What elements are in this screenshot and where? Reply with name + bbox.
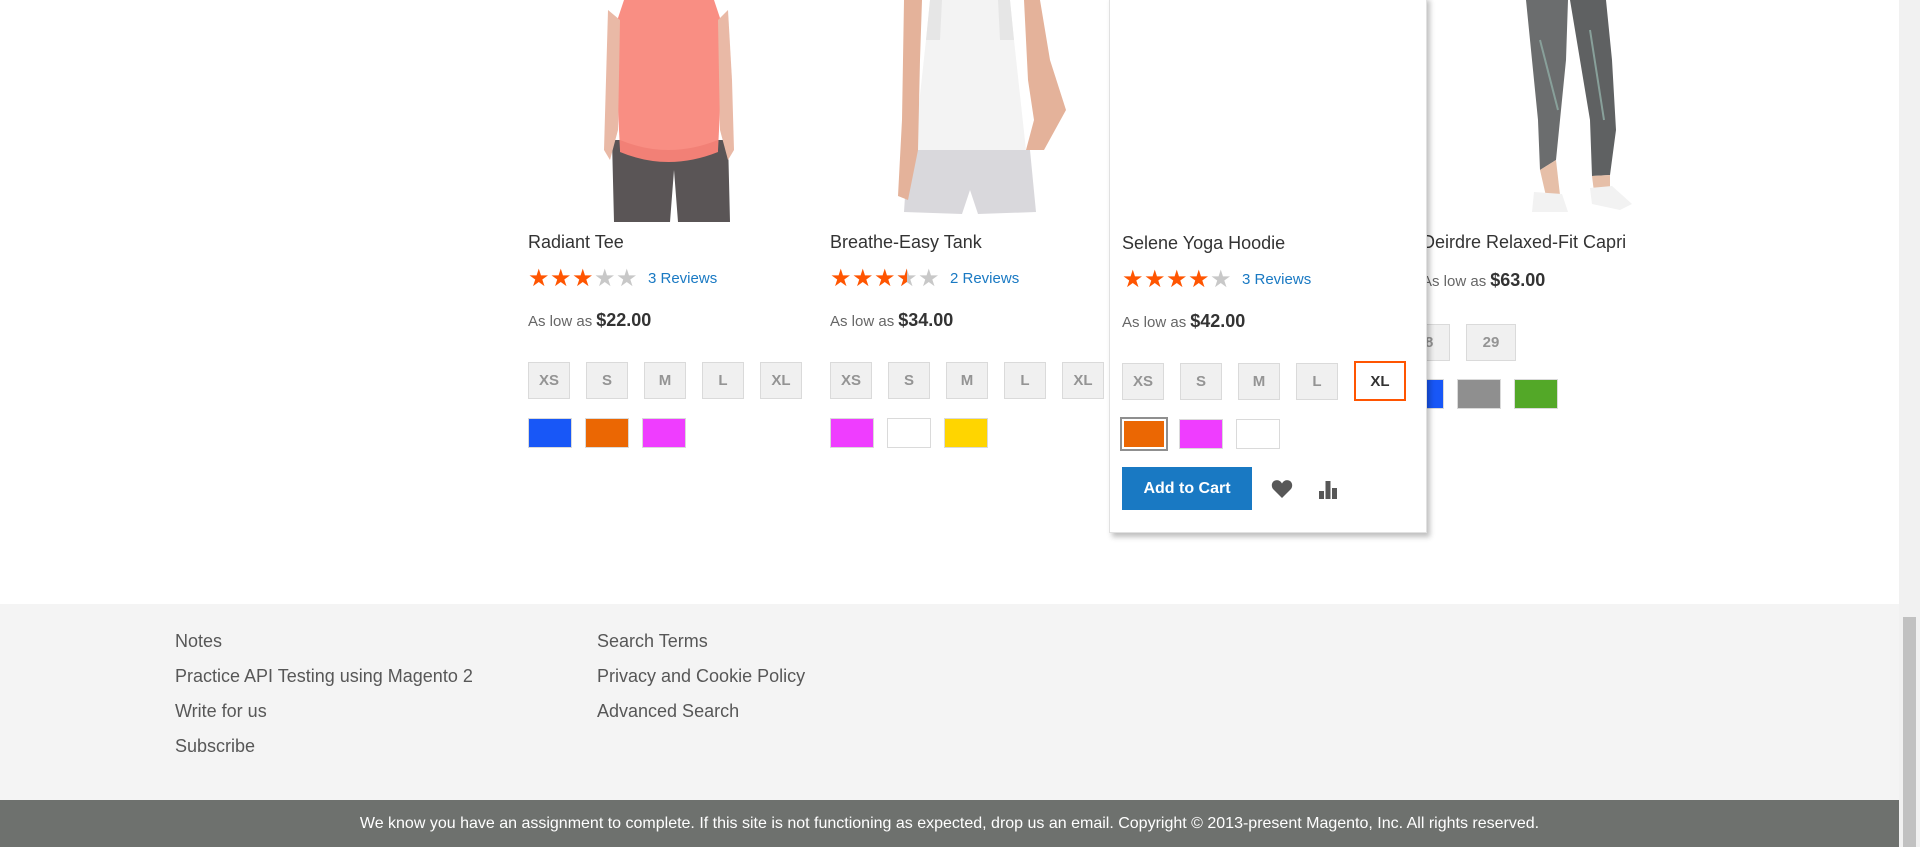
product-rating: ★ ★ ★ ★ ★ 3 Reviews — [528, 266, 717, 290]
size-option[interactable]: XL — [760, 362, 802, 399]
size-option[interactable]: 29 — [1466, 324, 1516, 361]
rating-stars: ★ ★ ★ ★ ★ — [830, 264, 940, 292]
product-price: As low as $42.00 — [1122, 311, 1245, 332]
copyright-bar: We know you have an assignment to comple… — [0, 800, 1899, 847]
star-icon: ★ — [852, 264, 874, 292]
footer-link-search-terms[interactable]: Search Terms — [597, 628, 805, 663]
size-option[interactable]: L — [1296, 362, 1338, 400]
size-option[interactable]: L — [1004, 362, 1046, 399]
size-option[interactable]: XL — [1062, 362, 1104, 399]
star-icon: ★ — [830, 264, 852, 292]
size-options: XS S M L XL — [1122, 361, 1422, 401]
star-icon: ★ — [594, 264, 616, 292]
color-options — [1120, 417, 1293, 451]
color-options — [830, 418, 1001, 448]
reviews-link[interactable]: 2 Reviews — [950, 270, 1019, 287]
product-name[interactable]: Selene Yoga Hoodie — [1122, 233, 1285, 254]
price-prefix: As low as — [1122, 314, 1187, 331]
color-swatch[interactable] — [1457, 379, 1501, 409]
product-image[interactable] — [528, 0, 808, 222]
size-option[interactable]: XS — [1122, 362, 1164, 400]
size-option-selected[interactable]: XL — [1354, 361, 1406, 401]
color-swatch[interactable] — [944, 418, 988, 448]
page: Radiant Tee ★ ★ ★ ★ ★ 3 Reviews As low a… — [0, 0, 1899, 847]
star-icon: ★ — [874, 264, 896, 292]
copyright-text: We know you have an assignment to comple… — [359, 814, 1540, 832]
bar-chart-icon[interactable] — [1312, 473, 1344, 505]
star-icon: ★ — [896, 266, 918, 290]
size-option[interactable]: M — [946, 362, 988, 399]
footer-links-col2: Search Terms Privacy and Cookie Policy A… — [597, 628, 805, 733]
star-icon: ★ — [616, 264, 638, 292]
star-icon: ★ — [918, 264, 940, 292]
footer-link-notes[interactable]: Notes — [175, 628, 473, 663]
product-name[interactable]: Breathe-Easy Tank — [830, 232, 982, 253]
reviews-link[interactable]: 3 Reviews — [648, 270, 717, 287]
color-swatch-selected[interactable] — [1120, 417, 1168, 451]
scrollbar-thumb[interactable] — [1903, 617, 1916, 847]
footer: Notes Practice API Testing using Magento… — [0, 604, 1899, 800]
price-value: $63.00 — [1490, 270, 1546, 290]
size-options: XS S M L XL — [830, 362, 1120, 399]
color-swatch[interactable] — [887, 418, 931, 448]
product-rating: ★ ★ ★ ★ ★ 2 Reviews — [830, 266, 1019, 290]
product-rating: ★ ★ ★ ★ ★ 3 Reviews — [1122, 267, 1311, 291]
product-image[interactable] — [1122, 1, 1402, 223]
footer-link-subscribe[interactable]: Subscribe — [175, 733, 473, 768]
reviews-link[interactable]: 3 Reviews — [1242, 271, 1311, 288]
price-prefix: As low as — [830, 313, 895, 330]
footer-link-advanced-search[interactable]: Advanced Search — [597, 698, 805, 733]
rating-stars: ★ ★ ★ ★ ★ — [528, 264, 638, 292]
color-swatch[interactable] — [642, 418, 686, 448]
star-icon: ★ — [550, 264, 572, 292]
product-actions: Add to Cart — [1122, 467, 1344, 510]
price-value: $42.00 — [1190, 311, 1246, 331]
heart-icon[interactable] — [1266, 473, 1298, 505]
star-icon: ★ — [1188, 265, 1210, 293]
color-swatch[interactable] — [1236, 419, 1280, 449]
product-name[interactable]: Deirdre Relaxed-Fit Capri — [1422, 232, 1626, 253]
size-option[interactable]: S — [1180, 362, 1222, 400]
color-options — [528, 418, 699, 448]
color-swatch[interactable] — [1514, 379, 1558, 409]
color-swatch[interactable] — [528, 418, 572, 448]
size-option[interactable]: S — [586, 362, 628, 399]
footer-link-privacy[interactable]: Privacy and Cookie Policy — [597, 663, 805, 698]
product-card-selene-yoga-hoodie: Selene Yoga Hoodie ★ ★ ★ ★ ★ 3 Reviews A… — [1109, 0, 1427, 533]
size-options: XS S M L XL — [528, 362, 818, 399]
star-icon: ★ — [1166, 265, 1188, 293]
size-option[interactable]: M — [644, 362, 686, 399]
footer-link-write-for-us[interactable]: Write for us — [175, 698, 473, 733]
size-option[interactable]: M — [1238, 362, 1280, 400]
star-icon: ★ — [1122, 265, 1144, 293]
footer-links-col1: Notes Practice API Testing using Magento… — [175, 628, 473, 768]
price-value: $34.00 — [898, 310, 954, 330]
star-icon: ★ — [572, 264, 594, 292]
size-option[interactable]: XS — [830, 362, 872, 399]
product-price: As low as $22.00 — [528, 310, 651, 331]
price-value: $22.00 — [596, 310, 652, 330]
color-swatch[interactable] — [1179, 419, 1223, 449]
product-image[interactable] — [1400, 0, 1700, 222]
star-icon: ★ — [1144, 265, 1166, 293]
add-to-cart-button[interactable]: Add to Cart — [1122, 467, 1252, 510]
footer-link-practice-api[interactable]: Practice API Testing using Magento 2 — [175, 663, 473, 698]
star-icon: ★ — [528, 264, 550, 292]
size-option[interactable]: L — [702, 362, 744, 399]
product-price: As low as $34.00 — [830, 310, 953, 331]
size-option[interactable]: XS — [528, 362, 570, 399]
price-prefix: As low as — [1422, 273, 1487, 290]
product-name[interactable]: Radiant Tee — [528, 232, 624, 253]
size-option[interactable]: S — [888, 362, 930, 399]
product-price: As low as $63.00 — [1422, 270, 1545, 291]
page-scrollbar[interactable] — [1899, 0, 1920, 847]
color-swatch[interactable] — [830, 418, 874, 448]
product-image[interactable] — [830, 0, 1110, 222]
price-prefix: As low as — [528, 313, 593, 330]
color-swatch[interactable] — [585, 418, 629, 448]
rating-stars: ★ ★ ★ ★ ★ — [1122, 265, 1232, 293]
star-icon: ★ — [1210, 265, 1232, 293]
